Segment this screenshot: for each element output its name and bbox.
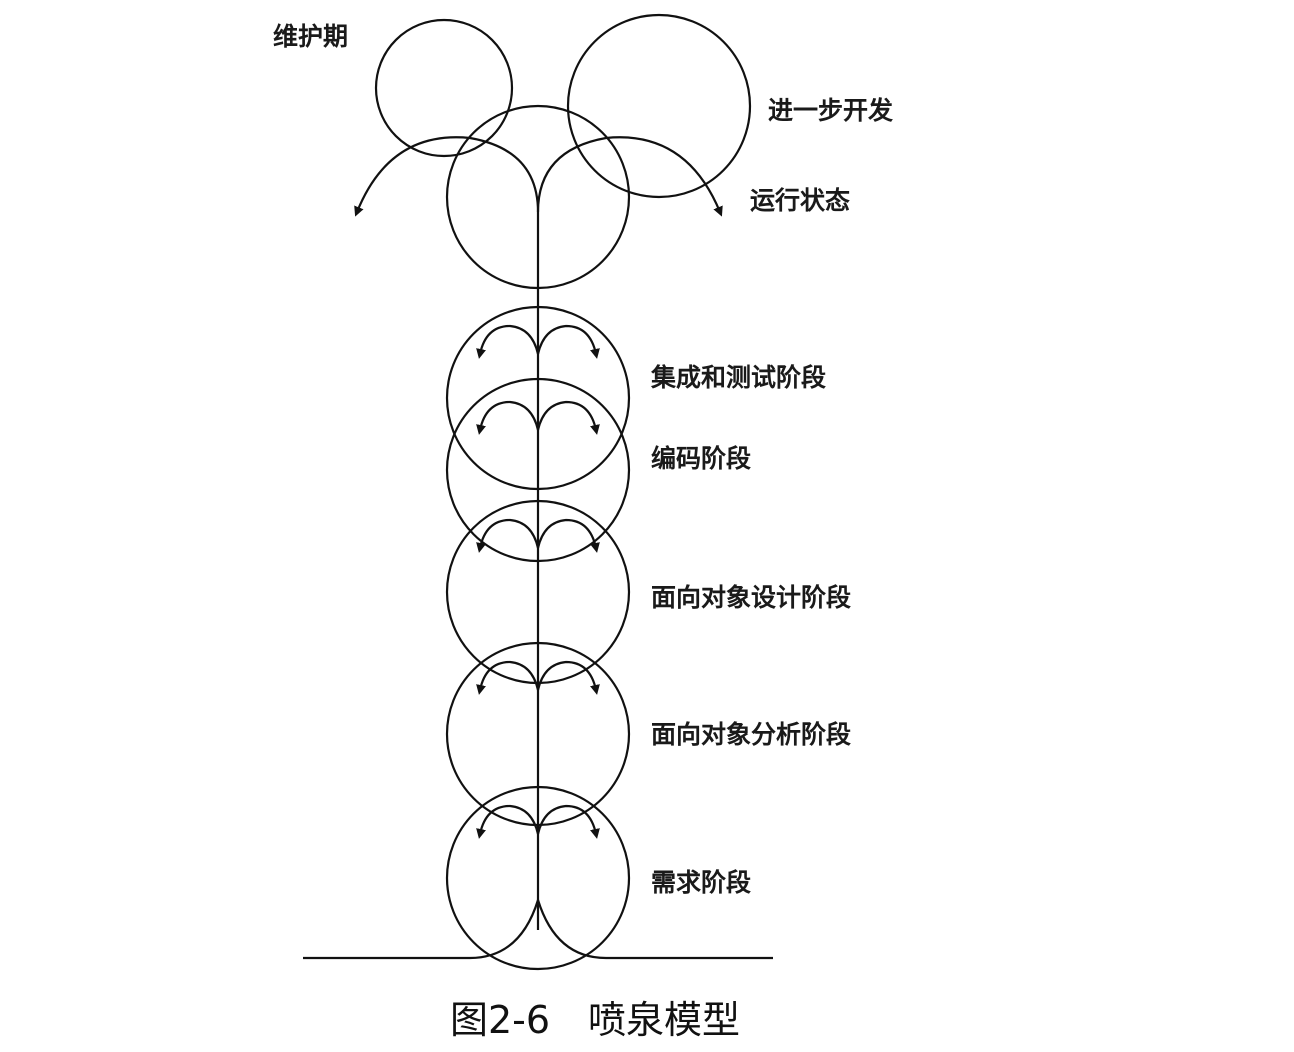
fountain-arc-right-oo-design: [536, 518, 600, 553]
label-oo-design: 面向对象设计阶段: [651, 583, 852, 612]
label-oo-analysis: 面向对象分析阶段: [651, 720, 852, 749]
label-coding: 编码阶段: [651, 444, 752, 473]
fountain-arc-left-integration-testing: [476, 324, 540, 359]
fountain-arc-right-integration-testing: [536, 324, 600, 359]
circle-maintenance: [374, 18, 514, 158]
fountain-arc-right-coding: [536, 400, 600, 435]
fountain-arc-left-coding: [476, 400, 540, 435]
circle-further-development: [566, 13, 752, 199]
label-maintenance: 维护期: [273, 22, 349, 51]
fountain-arc-left-oo-analysis: [476, 660, 540, 695]
fountain-arc-right-oo-analysis: [536, 660, 600, 695]
fountain-arc-left-oo-design: [476, 518, 540, 553]
figure-caption: 图2-6 喷泉模型: [449, 998, 741, 1042]
label-integration-testing: 集成和测试阶段: [651, 363, 827, 392]
fountain-diagram: [303, 13, 773, 971]
label-requirements: 需求阶段: [651, 868, 752, 897]
label-further-development: 进一步开发: [768, 96, 894, 125]
label-operation: 运行状态: [750, 186, 851, 215]
